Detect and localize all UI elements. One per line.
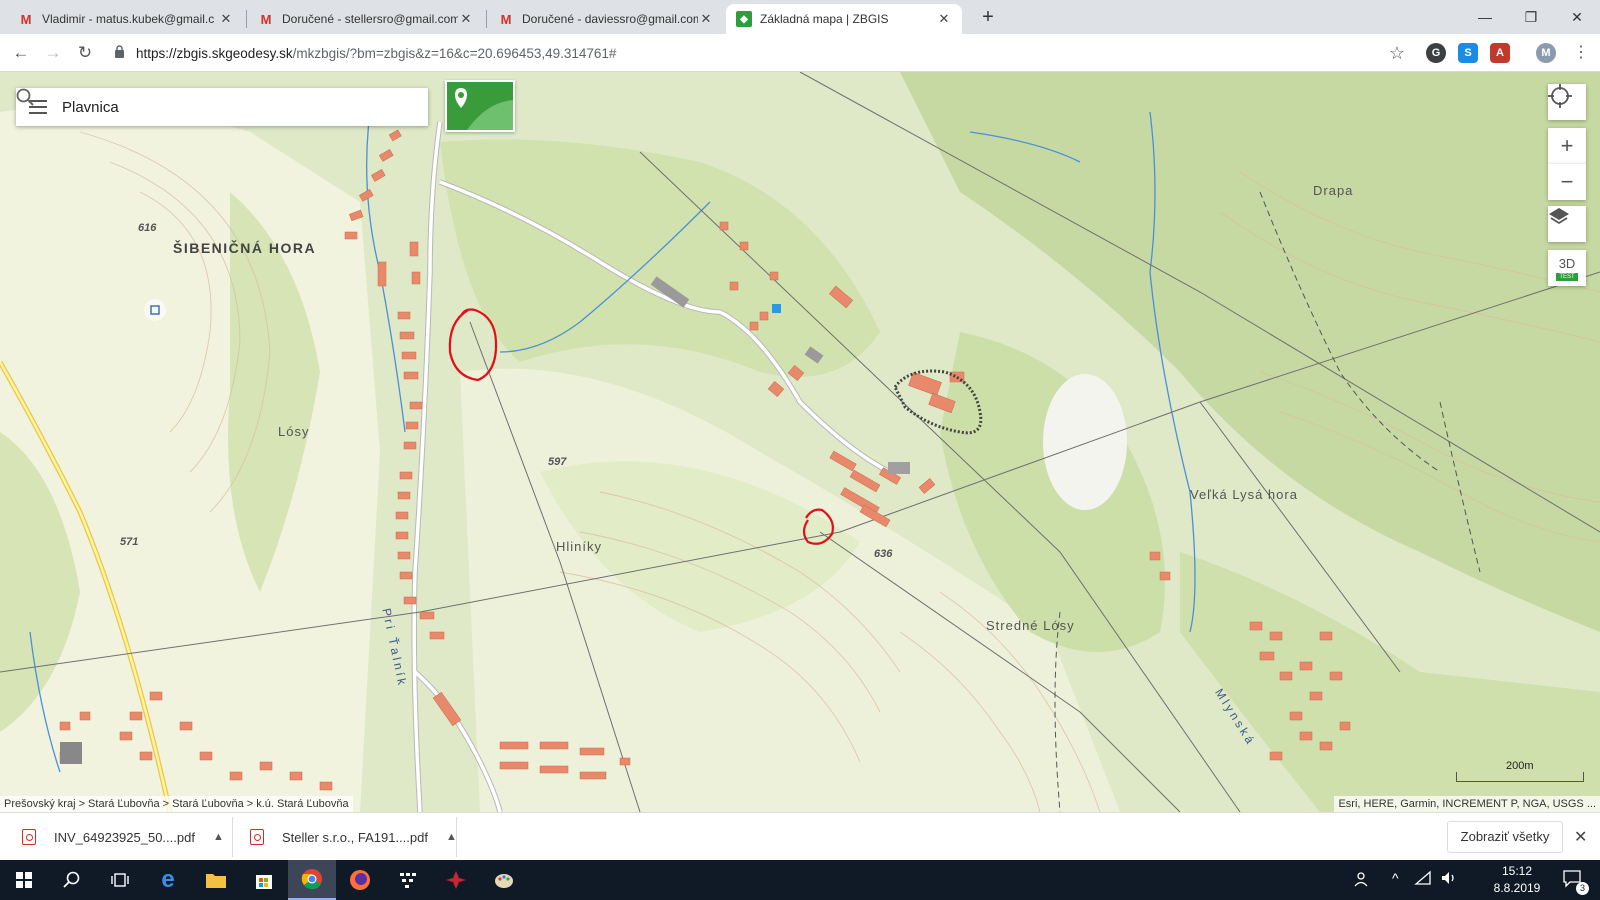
basemap-switch-button[interactable]: [445, 80, 515, 132]
gmail-icon: M: [260, 11, 272, 27]
wifi-icon[interactable]: [1414, 870, 1432, 889]
crosshair-icon: [1548, 84, 1572, 108]
gmail-icon: M: [500, 11, 512, 27]
map-attribution: Esri, HERE, Garmin, INCREMENT P, NGA, US…: [1334, 796, 1600, 812]
tab-zbgis[interactable]: ◆ Základná mapa | ZBGIS ✕: [726, 4, 962, 34]
label-elevation-597: 597: [548, 456, 567, 468]
zoom-in-button[interactable]: +: [1548, 128, 1586, 164]
close-window-button[interactable]: ✕: [1554, 4, 1600, 30]
tab-title: Doručené - daviessro@gmail.com: [522, 12, 698, 26]
reload-button[interactable]: ↻: [72, 40, 98, 66]
new-tab-button[interactable]: +: [976, 6, 1000, 29]
download-separator: [456, 817, 457, 857]
clock-time: 15:12: [1501, 864, 1533, 878]
pdf-file-icon: [250, 829, 264, 845]
back-button[interactable]: ←: [8, 40, 34, 66]
extension-acrobat-icon[interactable]: A: [1490, 43, 1510, 63]
restore-button[interactable]: ❐: [1508, 4, 1554, 30]
clock-date: 8.8.2019: [1493, 881, 1541, 895]
layers-icon: [1549, 208, 1569, 225]
tab-gmail-3[interactable]: M Doručené - daviessro@gmail.com ✕: [488, 4, 724, 34]
forward-button[interactable]: →: [40, 40, 66, 66]
people-icon[interactable]: [1354, 870, 1372, 891]
windows-taskbar: e ^ 15:12 8.8.2019 3: [0, 860, 1600, 900]
store-icon[interactable]: [240, 860, 288, 900]
chevron-up-icon[interactable]: ^: [1392, 870, 1399, 886]
tab-separator: [486, 10, 487, 28]
search-input[interactable]: [60, 97, 388, 117]
tab-gmail-1[interactable]: M Vladimir - matus.kubek@gmail.c ✕: [8, 4, 244, 34]
minimize-button[interactable]: —: [1462, 4, 1508, 30]
show-all-downloads-button[interactable]: Zobraziť všetky: [1447, 821, 1563, 853]
browser-tab-bar: M Vladimir - matus.kubek@gmail.c ✕ M Dor…: [0, 0, 1600, 34]
profile-avatar[interactable]: M: [1536, 43, 1556, 63]
tab-title: Vladimir - matus.kubek@gmail.c: [42, 12, 215, 26]
notification-count-badge: 3: [1576, 882, 1589, 895]
bookmark-star-icon[interactable]: ☆: [1384, 40, 1410, 66]
label-drapa: Drapa: [1313, 183, 1354, 198]
label-stredne-losy: Stredné Lósy: [986, 618, 1075, 633]
windows-start-button[interactable]: [0, 860, 48, 900]
download-item[interactable]: Steller s.r.o., FA191....pdf ▲: [250, 821, 457, 853]
lock-icon: [114, 45, 128, 61]
label-sibenicna-hora: ŠIBENIČNÁ HORA: [173, 240, 317, 256]
label-elevation-571: 571: [120, 536, 139, 548]
tab-title: Doručené - stellersro@gmail.com: [282, 12, 458, 26]
map-basemap: [0, 72, 1600, 812]
download-bar: INV_64923925_50....pdf ▲ Steller s.r.o.,…: [0, 812, 1600, 860]
search-icon[interactable]: [48, 860, 96, 900]
address-bar[interactable]: https://zbgis.skgeodesy.sk/mkzbgis/?bm=z…: [114, 38, 1414, 68]
location-breadcrumb[interactable]: Prešovský kraj > Stará Ľubovňa > Stará Ľ…: [0, 796, 353, 812]
locate-me-button[interactable]: [1548, 84, 1586, 120]
chrome-icon[interactable]: [288, 860, 336, 900]
chevron-up-icon[interactable]: ▲: [213, 831, 224, 843]
close-icon[interactable]: ✕: [218, 11, 234, 27]
extension-grammarly-icon[interactable]: G: [1426, 43, 1446, 63]
tab-gmail-2[interactable]: M Doručené - stellersro@gmail.com ✕: [248, 4, 484, 34]
paint-app-icon[interactable]: [480, 860, 528, 900]
gmail-icon: M: [20, 11, 32, 27]
tab-separator: [246, 10, 247, 28]
blackberry-icon[interactable]: [384, 860, 432, 900]
map-canvas[interactable]: ŠIBENIČNÁ HORA 616 Lósy 571 597 Hliníky …: [0, 72, 1600, 812]
zbgis-icon: ◆: [736, 11, 752, 27]
url-text: https://zbgis.skgeodesy.sk/mkzbgis/?bm=z…: [136, 46, 616, 61]
3d-test-badge: TEST: [1556, 272, 1578, 281]
3d-view-button[interactable]: 3D TEST: [1548, 250, 1586, 286]
layers-button[interactable]: [1548, 206, 1586, 242]
3d-label: 3D: [1558, 255, 1576, 271]
tab-title: Základná mapa | ZBGIS: [760, 12, 889, 26]
label-elevation-636: 636: [874, 548, 893, 560]
menu-kebab-icon[interactable]: ⋮: [1568, 40, 1594, 66]
close-icon[interactable]: ✕: [698, 11, 714, 27]
pdf-file-icon: [22, 829, 36, 845]
scale-label: 200m: [1506, 760, 1534, 772]
zoom-out-button[interactable]: −: [1548, 164, 1586, 200]
label-elevation-616: 616: [138, 222, 157, 234]
extension-skype-icon[interactable]: S: [1458, 43, 1478, 63]
map-search-box: [16, 88, 428, 126]
label-velka-lysa-hora: Veľká Lysá hora: [1190, 487, 1298, 502]
url-path: /mkzbgis/?bm=zbgis&z=16&c=20.696453,49.3…: [292, 45, 617, 61]
system-clock[interactable]: 15:12 8.8.2019: [1482, 863, 1552, 897]
download-filename: Steller s.r.o., FA191....pdf: [282, 829, 428, 845]
download-item[interactable]: INV_64923925_50....pdf ▲: [22, 821, 224, 853]
url-host: https://zbgis.skgeodesy.sk: [136, 45, 293, 61]
task-view-icon[interactable]: [96, 860, 144, 900]
firefox-icon[interactable]: [336, 860, 384, 900]
close-icon[interactable]: ✕: [936, 11, 952, 27]
windows-logo-icon: [16, 872, 32, 888]
close-icon[interactable]: ✕: [1574, 827, 1587, 847]
volume-icon[interactable]: [1440, 870, 1458, 889]
close-icon[interactable]: ✕: [458, 11, 474, 27]
scale-bar: [1456, 772, 1584, 782]
file-explorer-icon[interactable]: [192, 860, 240, 900]
label-losy: Lósy: [278, 424, 310, 439]
label-hliniky: Hliníky: [556, 539, 603, 554]
game-app-icon[interactable]: [432, 860, 480, 900]
browser-toolbar: ← → ↻ https://zbgis.skgeodesy.sk/mkzbgis…: [0, 34, 1600, 72]
download-separator: [232, 817, 233, 857]
download-filename: INV_64923925_50....pdf: [54, 829, 195, 845]
edge-browser-icon[interactable]: e: [144, 860, 192, 900]
